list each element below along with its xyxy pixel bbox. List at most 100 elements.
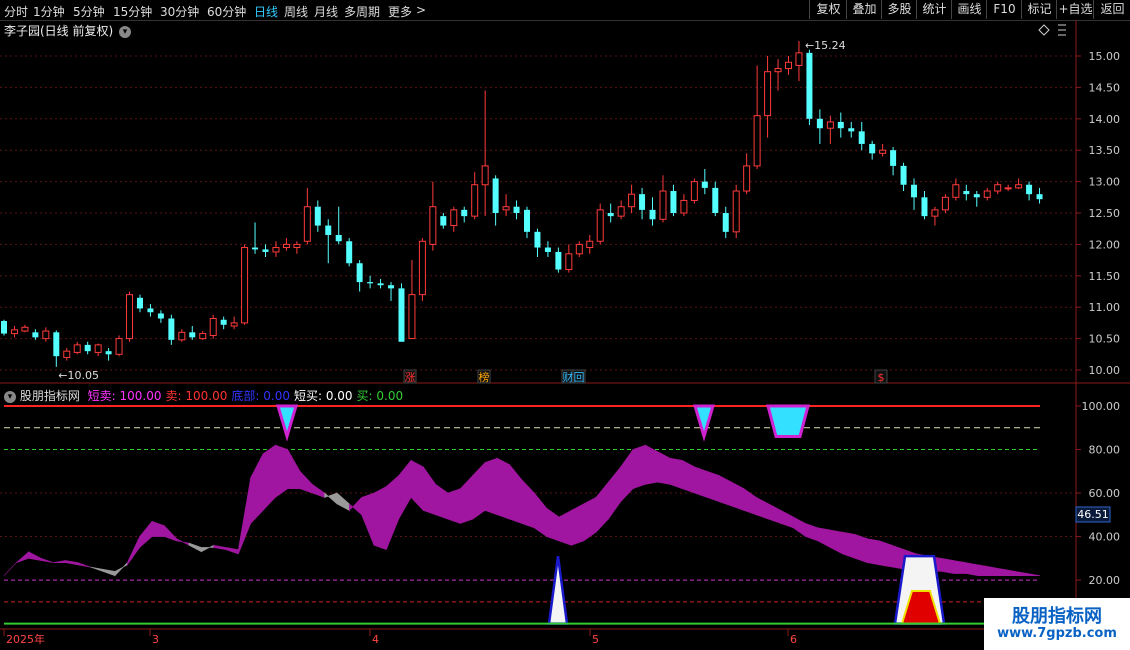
indicator-fill-segment (682, 459, 695, 494)
candle-body (743, 165, 751, 192)
chart-canvas[interactable]: 15.00 14.50 14.00 13.50 13.00 12.50 12.00 11.50… (0, 0, 1130, 650)
candle-body (764, 71, 772, 117)
candle-body (303, 206, 311, 242)
indicator-fill-segment (398, 459, 412, 521)
indicator-fill-segment (706, 470, 720, 503)
indicator-tick-label: 100.00 (1082, 400, 1121, 413)
candle-body (858, 131, 865, 144)
indicator-tick-label: 20.00 (1089, 574, 1121, 587)
indicator-fill-segment (608, 466, 621, 521)
indicator-fill-segment (521, 479, 535, 529)
indicator-fill-segment (595, 481, 609, 533)
candle-body (325, 225, 332, 235)
price-tick-label: 10.00 (1089, 364, 1121, 377)
candle-body (869, 143, 876, 154)
candle-body (272, 247, 280, 253)
indicator-fill-segment (830, 529, 843, 555)
candle-body (178, 331, 186, 341)
candle-body (367, 282, 374, 284)
indicator-fill-segment (484, 457, 498, 516)
indicator-fill-segment (213, 544, 227, 550)
candle-body (555, 251, 562, 270)
time-axis-label: 4 (372, 633, 379, 646)
candle-body (963, 191, 970, 195)
indicator-fill-segment (546, 507, 560, 542)
candle-body (471, 184, 479, 217)
candle-body (282, 243, 290, 249)
candle-body (607, 213, 614, 217)
indicator-fill-segment (423, 465, 436, 516)
candle-body (388, 285, 395, 289)
candle-body (356, 263, 363, 283)
candle-body (450, 209, 458, 227)
candle-body (209, 318, 217, 336)
price-tick-label: 14.50 (1089, 81, 1121, 94)
price-tick-label: 10.50 (1089, 333, 1121, 346)
sell-signal-triangle (692, 404, 716, 442)
diamond-icon (1038, 24, 1050, 36)
indicator-fill-segment (16, 551, 29, 563)
indicator-fill-segment (620, 448, 634, 503)
candle-body (816, 118, 823, 129)
candle-body (649, 209, 656, 220)
candle-body (1004, 187, 1012, 190)
candle-body (837, 121, 844, 129)
candle-body (262, 249, 269, 252)
indicator-fill-segment (534, 492, 547, 538)
candle-body (157, 313, 164, 319)
candle-body (408, 294, 416, 340)
candle-body (534, 231, 541, 248)
indicator-fill-segment (114, 561, 128, 577)
candle-body (586, 240, 594, 249)
indicator-fill-segment (780, 509, 794, 529)
indicator-fill-segment (669, 457, 683, 490)
price-tick-label: 11.00 (1089, 301, 1121, 314)
candle-body (429, 206, 437, 245)
indicator-fill-segment (694, 466, 708, 498)
candle-body (492, 178, 499, 213)
indicator-fill-segment (768, 503, 782, 524)
candle-body (241, 247, 249, 324)
indicator-fill-segment (151, 520, 165, 537)
candle-body (147, 308, 154, 313)
event-marker: 涨 (405, 371, 416, 384)
indicator-fill-segment (978, 564, 991, 577)
candle-body (252, 247, 259, 250)
indicator-fill-segment (435, 483, 449, 520)
candle-body (795, 52, 803, 66)
indicator-fill-segment (77, 562, 91, 568)
indicator-fill-segment (583, 496, 597, 542)
candle-body (10, 329, 18, 335)
candle-body (377, 283, 384, 286)
indicator-fill-segment (842, 531, 856, 559)
candle-body (722, 213, 729, 232)
event-marker: 财 (563, 370, 574, 384)
candle-body (994, 184, 1002, 192)
indicator-fill-segment (558, 509, 572, 546)
price-tick-label: 11.50 (1089, 270, 1121, 283)
price-tick-label: 12.00 (1089, 238, 1121, 251)
candle-body (293, 243, 301, 249)
candle-body (701, 181, 708, 188)
indicator-fill-segment (965, 562, 979, 577)
candle-body (168, 318, 175, 340)
indicator-fill-segment (90, 566, 103, 572)
high-price-label: ←15.24 (805, 39, 846, 52)
candle-body (481, 165, 489, 186)
candle-body (565, 253, 573, 271)
event-marker: $ (878, 371, 885, 384)
candle-body (890, 150, 897, 166)
candle-body (785, 61, 792, 70)
indicator-fill-segment (632, 444, 646, 490)
buy-signal-spike (547, 555, 569, 625)
indicator-fill-segment (287, 448, 301, 489)
candle-body (1, 321, 7, 334)
current-value-label: 46.51 (1077, 508, 1109, 521)
candle-body (335, 234, 342, 242)
candle-body (398, 288, 405, 342)
event-marker: 回 (574, 371, 585, 384)
candle-body (346, 241, 353, 264)
indicator-fill-segment (386, 474, 399, 550)
price-tick-label: 14.00 (1089, 113, 1121, 126)
candle-body (63, 350, 71, 358)
